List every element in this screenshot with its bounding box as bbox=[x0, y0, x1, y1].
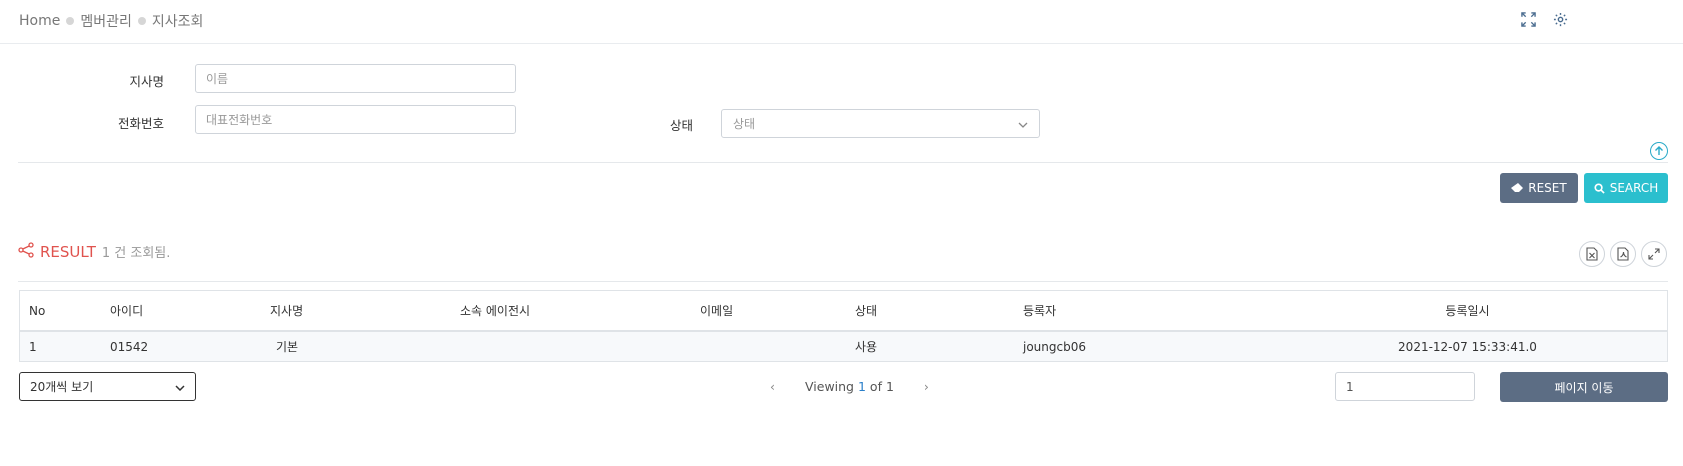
cell-agency bbox=[460, 331, 700, 361]
column-header-branch-name[interactable]: 지사명 bbox=[270, 291, 460, 332]
fullscreen-icon[interactable] bbox=[1641, 241, 1667, 267]
breadcrumb: Home 멤버관리 지사조회 bbox=[19, 11, 203, 31]
top-icons bbox=[1519, 10, 1569, 28]
breadcrumb-separator bbox=[137, 17, 146, 25]
goto-page-button[interactable]: 페이지 이동 bbox=[1500, 372, 1668, 402]
cell-status: 사용 bbox=[855, 331, 1023, 361]
column-header-agency[interactable]: 소속 에이전시 bbox=[460, 291, 700, 332]
breadcrumb-current: 지사조회 bbox=[151, 14, 204, 30]
result-title: RESULT bbox=[40, 242, 96, 261]
phone-input[interactable]: 대표전화번호 bbox=[195, 105, 516, 134]
next-page-icon[interactable]: › bbox=[924, 379, 929, 394]
page-size-value: 20개씩 보기 bbox=[30, 380, 94, 394]
column-header-registrant[interactable]: 등록자 bbox=[1023, 291, 1268, 332]
excel-export-icon[interactable] bbox=[1579, 241, 1605, 267]
cell-registered-at: 2021-12-07 15:33:41.0 bbox=[1268, 331, 1667, 361]
pdf-export-icon[interactable] bbox=[1610, 241, 1636, 267]
goto-page-input[interactable]: 1 bbox=[1335, 372, 1475, 401]
column-header-status[interactable]: 상태 bbox=[855, 291, 1023, 332]
status-label: 상태 bbox=[669, 118, 693, 133]
search-icon bbox=[1594, 182, 1605, 194]
top-bar: Home 멤버관리 지사조회 bbox=[0, 0, 1683, 44]
cell-no: 1 bbox=[29, 331, 110, 361]
current-page[interactable]: 1 bbox=[858, 379, 866, 394]
page-size-select[interactable]: 20개씩 보기 bbox=[19, 372, 196, 401]
breadcrumb-separator bbox=[66, 17, 75, 25]
status-select-value: 상태 bbox=[733, 117, 756, 131]
branch-name-input[interactable]: 이름 bbox=[195, 64, 516, 93]
pagination: ‹ Viewing 1 of 1 › bbox=[770, 379, 929, 394]
cell-id: 01542 bbox=[110, 331, 270, 361]
column-header-registered-at[interactable]: 등록일시 bbox=[1268, 291, 1667, 332]
prev-page-icon[interactable]: ‹ bbox=[770, 379, 775, 394]
settings-gear-icon[interactable] bbox=[1551, 10, 1569, 28]
phone-label: 전화번호 bbox=[117, 116, 164, 131]
breadcrumb-home[interactable]: Home bbox=[19, 13, 60, 29]
cell-email bbox=[700, 331, 855, 361]
chevron-down-icon bbox=[1018, 117, 1028, 131]
column-header-no[interactable]: No bbox=[29, 291, 110, 332]
expand-icon[interactable] bbox=[1519, 10, 1537, 28]
collapse-up-icon[interactable] bbox=[1650, 142, 1668, 160]
search-button-label: SEARCH bbox=[1609, 181, 1659, 195]
column-header-id[interactable]: 아이디 bbox=[110, 291, 270, 332]
result-header: RESULT 1 건 조회됨. bbox=[18, 242, 170, 261]
breadcrumb-section[interactable]: 멤버관리 bbox=[80, 11, 132, 31]
reset-button[interactable]: RESET bbox=[1500, 173, 1578, 203]
branch-name-label: 지사명 bbox=[129, 74, 164, 89]
viewing-total: of 1 bbox=[869, 379, 894, 394]
viewing-prefix: Viewing bbox=[805, 379, 854, 394]
cell-branch-name: 기본 bbox=[270, 331, 460, 361]
cell-registrant: joungcb06 bbox=[1023, 331, 1268, 361]
result-count: 1 건 조회됨. bbox=[101, 246, 171, 261]
result-tools bbox=[1579, 241, 1667, 267]
search-button[interactable]: SEARCH bbox=[1584, 173, 1668, 203]
eraser-icon bbox=[1511, 183, 1524, 192]
status-select[interactable]: 상태 bbox=[721, 109, 1040, 138]
result-table: No 아이디 지사명 소속 에이전시 이메일 상태 등록자 등록일시 1 015… bbox=[19, 290, 1668, 362]
result-divider bbox=[18, 281, 1668, 282]
search-divider bbox=[18, 162, 1668, 163]
viewing-text: Viewing 1 of 1 bbox=[805, 379, 894, 394]
table-header-row: No 아이디 지사명 소속 에이전시 이메일 상태 등록자 등록일시 bbox=[20, 291, 1667, 332]
table-row[interactable]: 1 01542 기본 사용 joungcb06 2021-12-07 15:33… bbox=[20, 331, 1667, 361]
reset-button-label: RESET bbox=[1528, 181, 1567, 195]
column-header-email[interactable]: 이메일 bbox=[700, 291, 855, 332]
share-icon bbox=[18, 242, 34, 261]
chevron-down-icon bbox=[175, 380, 185, 394]
